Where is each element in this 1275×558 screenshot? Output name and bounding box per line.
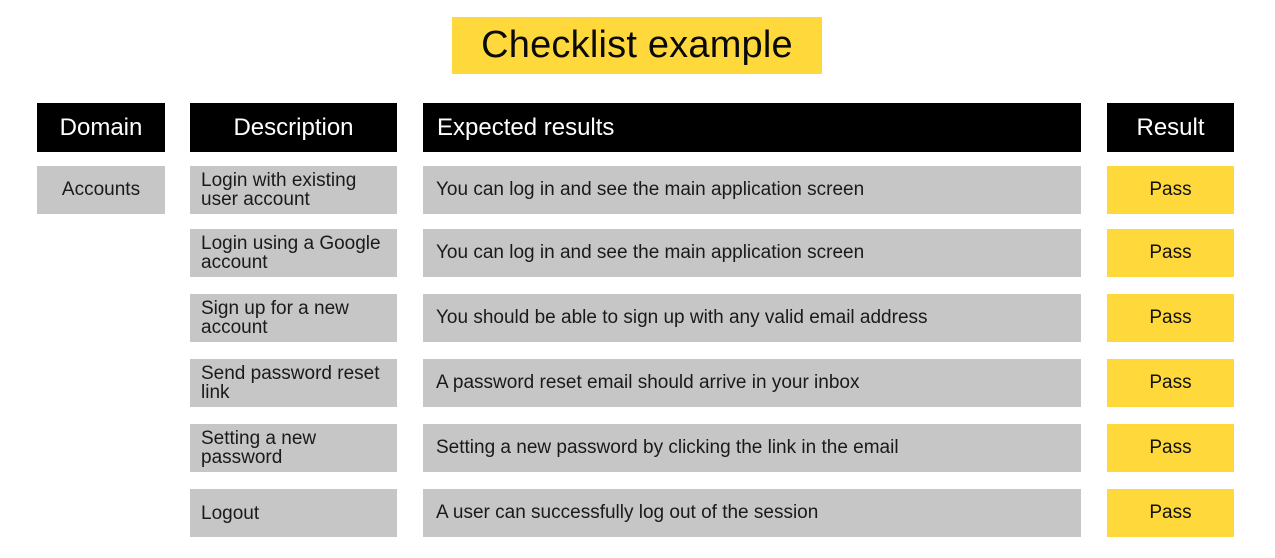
description-cell: Setting a new password xyxy=(190,424,397,472)
expected-result-cell: You can log in and see the main applicat… xyxy=(423,166,1081,214)
description-cell: Login using a Google account xyxy=(190,229,397,277)
expected-result-cell: A password reset email should arrive in … xyxy=(423,359,1081,407)
expected-result-cell: You can log in and see the main applicat… xyxy=(423,229,1081,277)
column-header-domain: Domain xyxy=(37,103,165,152)
description-cell: Sign up for a new account xyxy=(190,294,397,342)
result-badge: Pass xyxy=(1107,166,1234,214)
result-badge: Pass xyxy=(1107,489,1234,537)
description-cell: Login with existing user account xyxy=(190,166,397,214)
column-header-expected-results: Expected results xyxy=(423,103,1081,152)
expected-result-cell: Setting a new password by clicking the l… xyxy=(423,424,1081,472)
expected-result-cell: A user can successfully log out of the s… xyxy=(423,489,1081,537)
column-header-description: Description xyxy=(190,103,397,152)
expected-result-cell: You should be able to sign up with any v… xyxy=(423,294,1081,342)
result-badge: Pass xyxy=(1107,359,1234,407)
page-title: Checklist example xyxy=(452,17,822,74)
result-badge: Pass xyxy=(1107,294,1234,342)
description-cell: Logout xyxy=(190,489,397,537)
domain-cell: Accounts xyxy=(37,166,165,214)
result-badge: Pass xyxy=(1107,424,1234,472)
column-header-result: Result xyxy=(1107,103,1234,152)
result-badge: Pass xyxy=(1107,229,1234,277)
description-cell: Send password reset link xyxy=(190,359,397,407)
